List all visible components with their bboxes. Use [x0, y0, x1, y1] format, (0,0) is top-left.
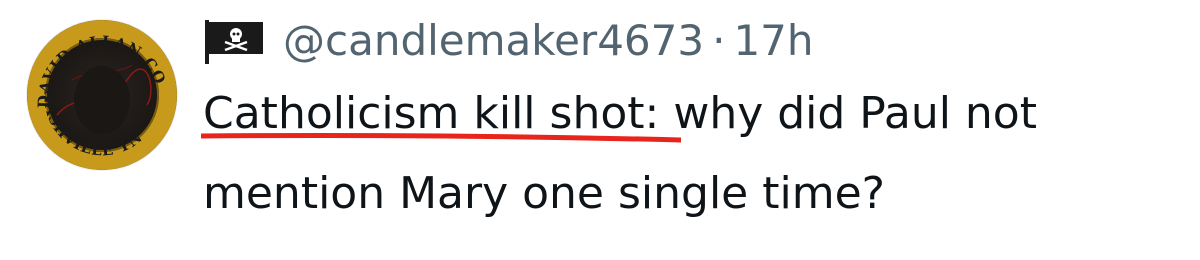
user-handle[interactable]: @candlemaker4673 — [283, 16, 704, 65]
tweet-text: Catholicism kill shot : why did Paul not… — [201, 74, 1183, 234]
highlighted-phrase: Catholicism kill shot — [201, 74, 681, 154]
timestamp[interactable]: 17h — [733, 16, 813, 65]
pirate-flag-icon — [203, 20, 265, 64]
tweet-text-line1-rest: : why did Paul not — [644, 88, 1037, 139]
tweet-text-line2: mention Mary one single time? — [203, 168, 885, 219]
badge-logo-icon: DAVID ALLAN COE NASHVILLE TN — [27, 20, 177, 170]
separator-dot: · — [712, 15, 726, 65]
avatar[interactable]: DAVID ALLAN COE NASHVILLE TN — [27, 20, 177, 170]
tweet-header: @candlemaker4673 · 17h — [203, 8, 814, 72]
red-underline — [201, 133, 681, 143]
